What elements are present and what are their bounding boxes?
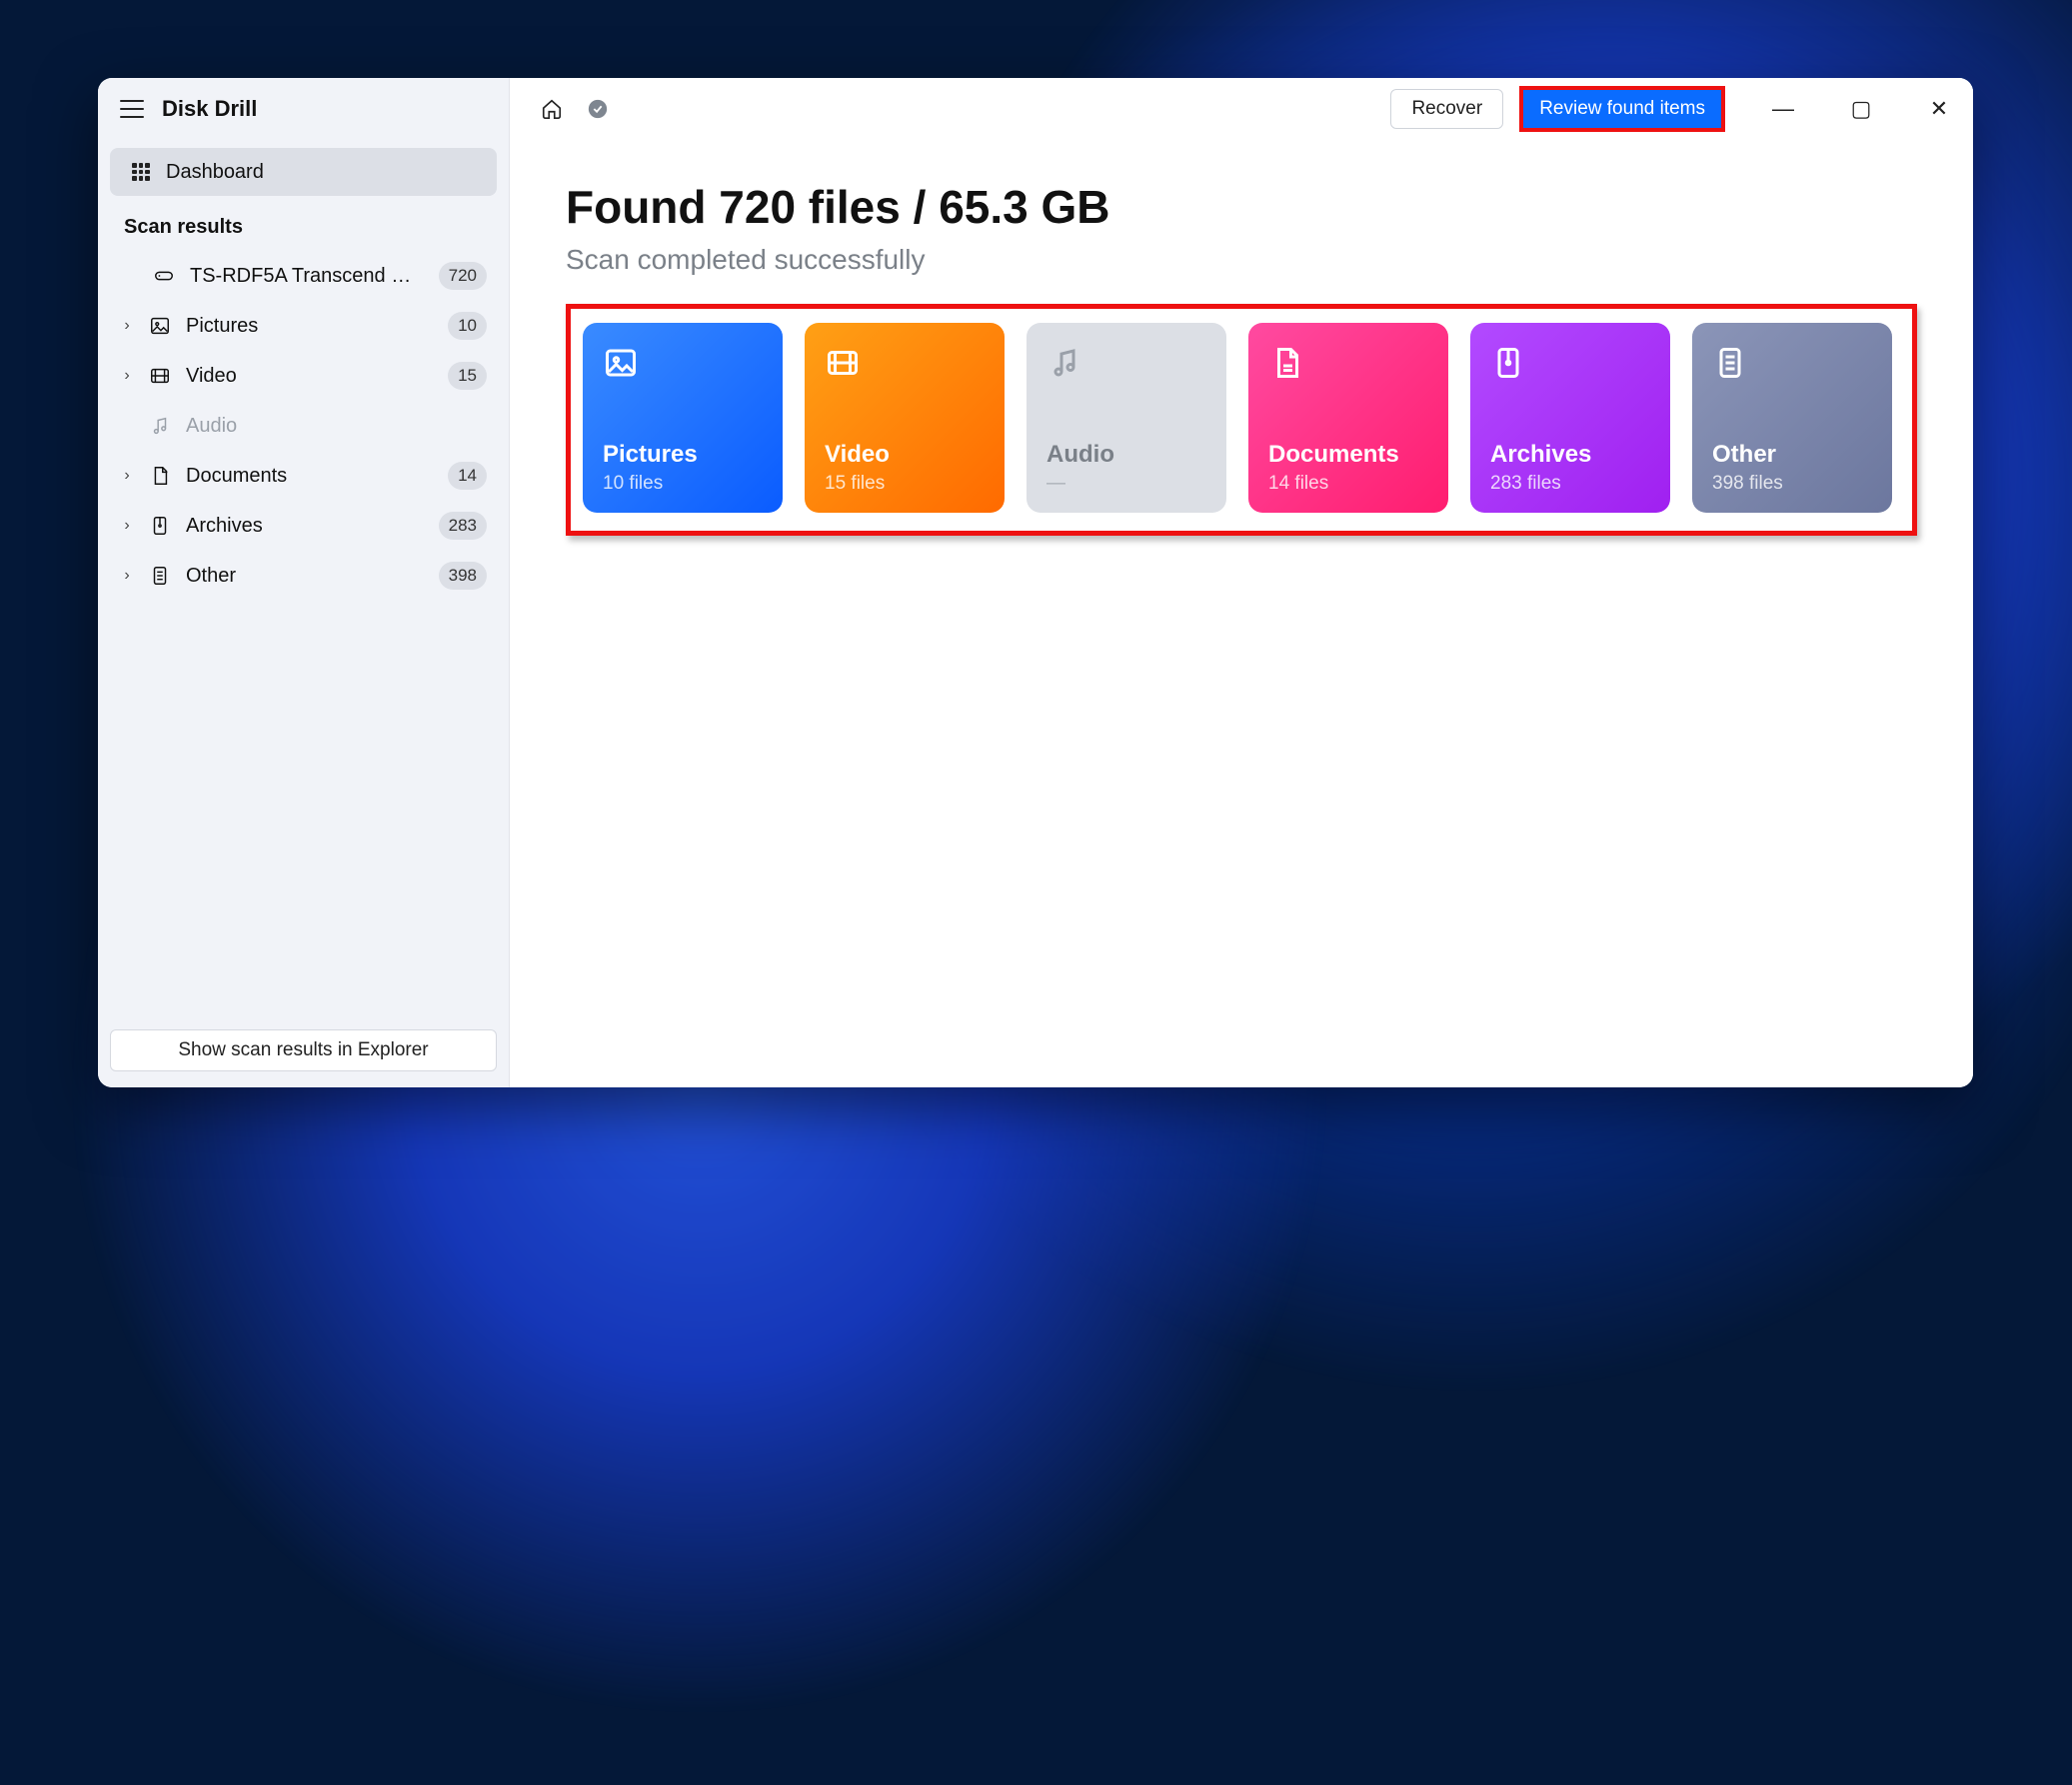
card-other[interactable]: Other 398 files <box>1692 323 1892 513</box>
card-audio[interactable]: Audio — <box>1027 323 1226 513</box>
card-pictures[interactable]: Pictures 10 files <box>583 323 783 513</box>
card-subtitle: 14 files <box>1268 473 1428 495</box>
dashboard-label: Dashboard <box>166 161 264 184</box>
device-row[interactable]: › TS-RDF5A Transcend US... 720 <box>110 251 497 301</box>
sidebar-item-archives[interactable]: › Archives 283 <box>110 501 497 551</box>
audio-icon <box>148 414 172 438</box>
other-icon <box>1712 345 1752 385</box>
category-cards: Pictures 10 files Video 15 files Audio — <box>566 304 1917 536</box>
sidebar-item-label: Pictures <box>186 315 434 338</box>
sidebar-item-count: 10 <box>448 312 487 340</box>
results-subtitle: Scan completed successfully <box>566 244 1917 276</box>
chevron-right-icon: › <box>120 517 134 535</box>
app-window: Disk Drill Dashboard Scan results › TS-R… <box>98 78 1973 1087</box>
main-panel: Recover Review found items — ▢ ✕ Found 7… <box>510 78 1973 1087</box>
sidebar-section-label: Scan results <box>98 216 509 251</box>
sidebar-item-label: Documents <box>186 465 434 488</box>
app-title: Disk Drill <box>162 96 257 122</box>
scan-results-tree: › TS-RDF5A Transcend US... 720 › Picture… <box>98 251 509 601</box>
sidebar-item-pictures[interactable]: › Pictures 10 <box>110 301 497 351</box>
card-archives[interactable]: Archives 283 files <box>1470 323 1670 513</box>
sidebar-footer: Show scan results in Explorer <box>98 1015 509 1087</box>
card-subtitle: 10 files <box>603 473 763 495</box>
sidebar-item-count: 14 <box>448 462 487 490</box>
document-icon <box>1268 345 1308 385</box>
video-icon <box>148 364 172 388</box>
archive-icon <box>148 514 172 538</box>
main-body: Found 720 files / 65.3 GB Scan completed… <box>510 140 1973 576</box>
sidebar-item-documents[interactable]: › Documents 14 <box>110 451 497 501</box>
drive-icon <box>152 264 176 288</box>
card-subtitle: 283 files <box>1490 473 1650 495</box>
chevron-right-icon: › <box>120 317 134 335</box>
chevron-right-icon: › <box>120 467 134 485</box>
sidebar-item-video[interactable]: › Video 15 <box>110 351 497 401</box>
sidebar-item-label: Video <box>186 365 434 388</box>
review-found-items-button[interactable]: Review found items <box>1521 88 1723 130</box>
sidebar-item-count: 283 <box>439 512 487 540</box>
sidebar-item-other[interactable]: › Other 398 <box>110 551 497 601</box>
results-title: Found 720 files / 65.3 GB <box>566 180 1917 234</box>
audio-icon <box>1046 345 1086 385</box>
sidebar: Disk Drill Dashboard Scan results › TS-R… <box>98 78 510 1087</box>
chevron-right-icon: › <box>120 567 134 585</box>
archive-icon <box>1490 345 1530 385</box>
card-title: Pictures <box>603 441 763 469</box>
hamburger-icon[interactable] <box>120 100 144 118</box>
sidebar-header: Disk Drill <box>98 78 509 140</box>
sidebar-item-label: Audio <box>186 415 487 438</box>
card-title: Audio <box>1046 441 1206 469</box>
show-in-explorer-button[interactable]: Show scan results in Explorer <box>110 1029 497 1071</box>
sidebar-item-label: Archives <box>186 515 425 538</box>
check-circle-icon[interactable] <box>584 95 612 123</box>
recover-button[interactable]: Recover <box>1390 89 1503 129</box>
sidebar-item-audio[interactable]: › Audio <box>110 401 497 451</box>
card-subtitle: — <box>1046 473 1206 495</box>
card-title: Archives <box>1490 441 1650 469</box>
card-documents[interactable]: Documents 14 files <box>1248 323 1448 513</box>
sidebar-item-count: 398 <box>439 562 487 590</box>
card-title: Documents <box>1268 441 1428 469</box>
chevron-right-icon: › <box>120 367 134 385</box>
device-label: TS-RDF5A Transcend US... <box>190 265 425 288</box>
card-subtitle: 398 files <box>1712 473 1872 495</box>
close-button[interactable]: ✕ <box>1921 96 1957 122</box>
card-title: Video <box>825 441 985 469</box>
sidebar-item-label: Other <box>186 565 425 588</box>
device-count: 720 <box>439 262 487 290</box>
video-icon <box>825 345 865 385</box>
minimize-button[interactable]: — <box>1765 96 1801 122</box>
other-icon <box>148 564 172 588</box>
nav-dashboard[interactable]: Dashboard <box>110 148 497 196</box>
card-video[interactable]: Video 15 files <box>805 323 1005 513</box>
card-title: Other <box>1712 441 1872 469</box>
home-icon[interactable] <box>538 95 566 123</box>
document-icon <box>148 464 172 488</box>
maximize-button[interactable]: ▢ <box>1843 96 1879 122</box>
dashboard-icon <box>132 163 150 181</box>
card-subtitle: 15 files <box>825 473 985 495</box>
topbar: Recover Review found items — ▢ ✕ <box>510 78 1973 140</box>
sidebar-item-count: 15 <box>448 362 487 390</box>
picture-icon <box>148 314 172 338</box>
picture-icon <box>603 345 643 385</box>
